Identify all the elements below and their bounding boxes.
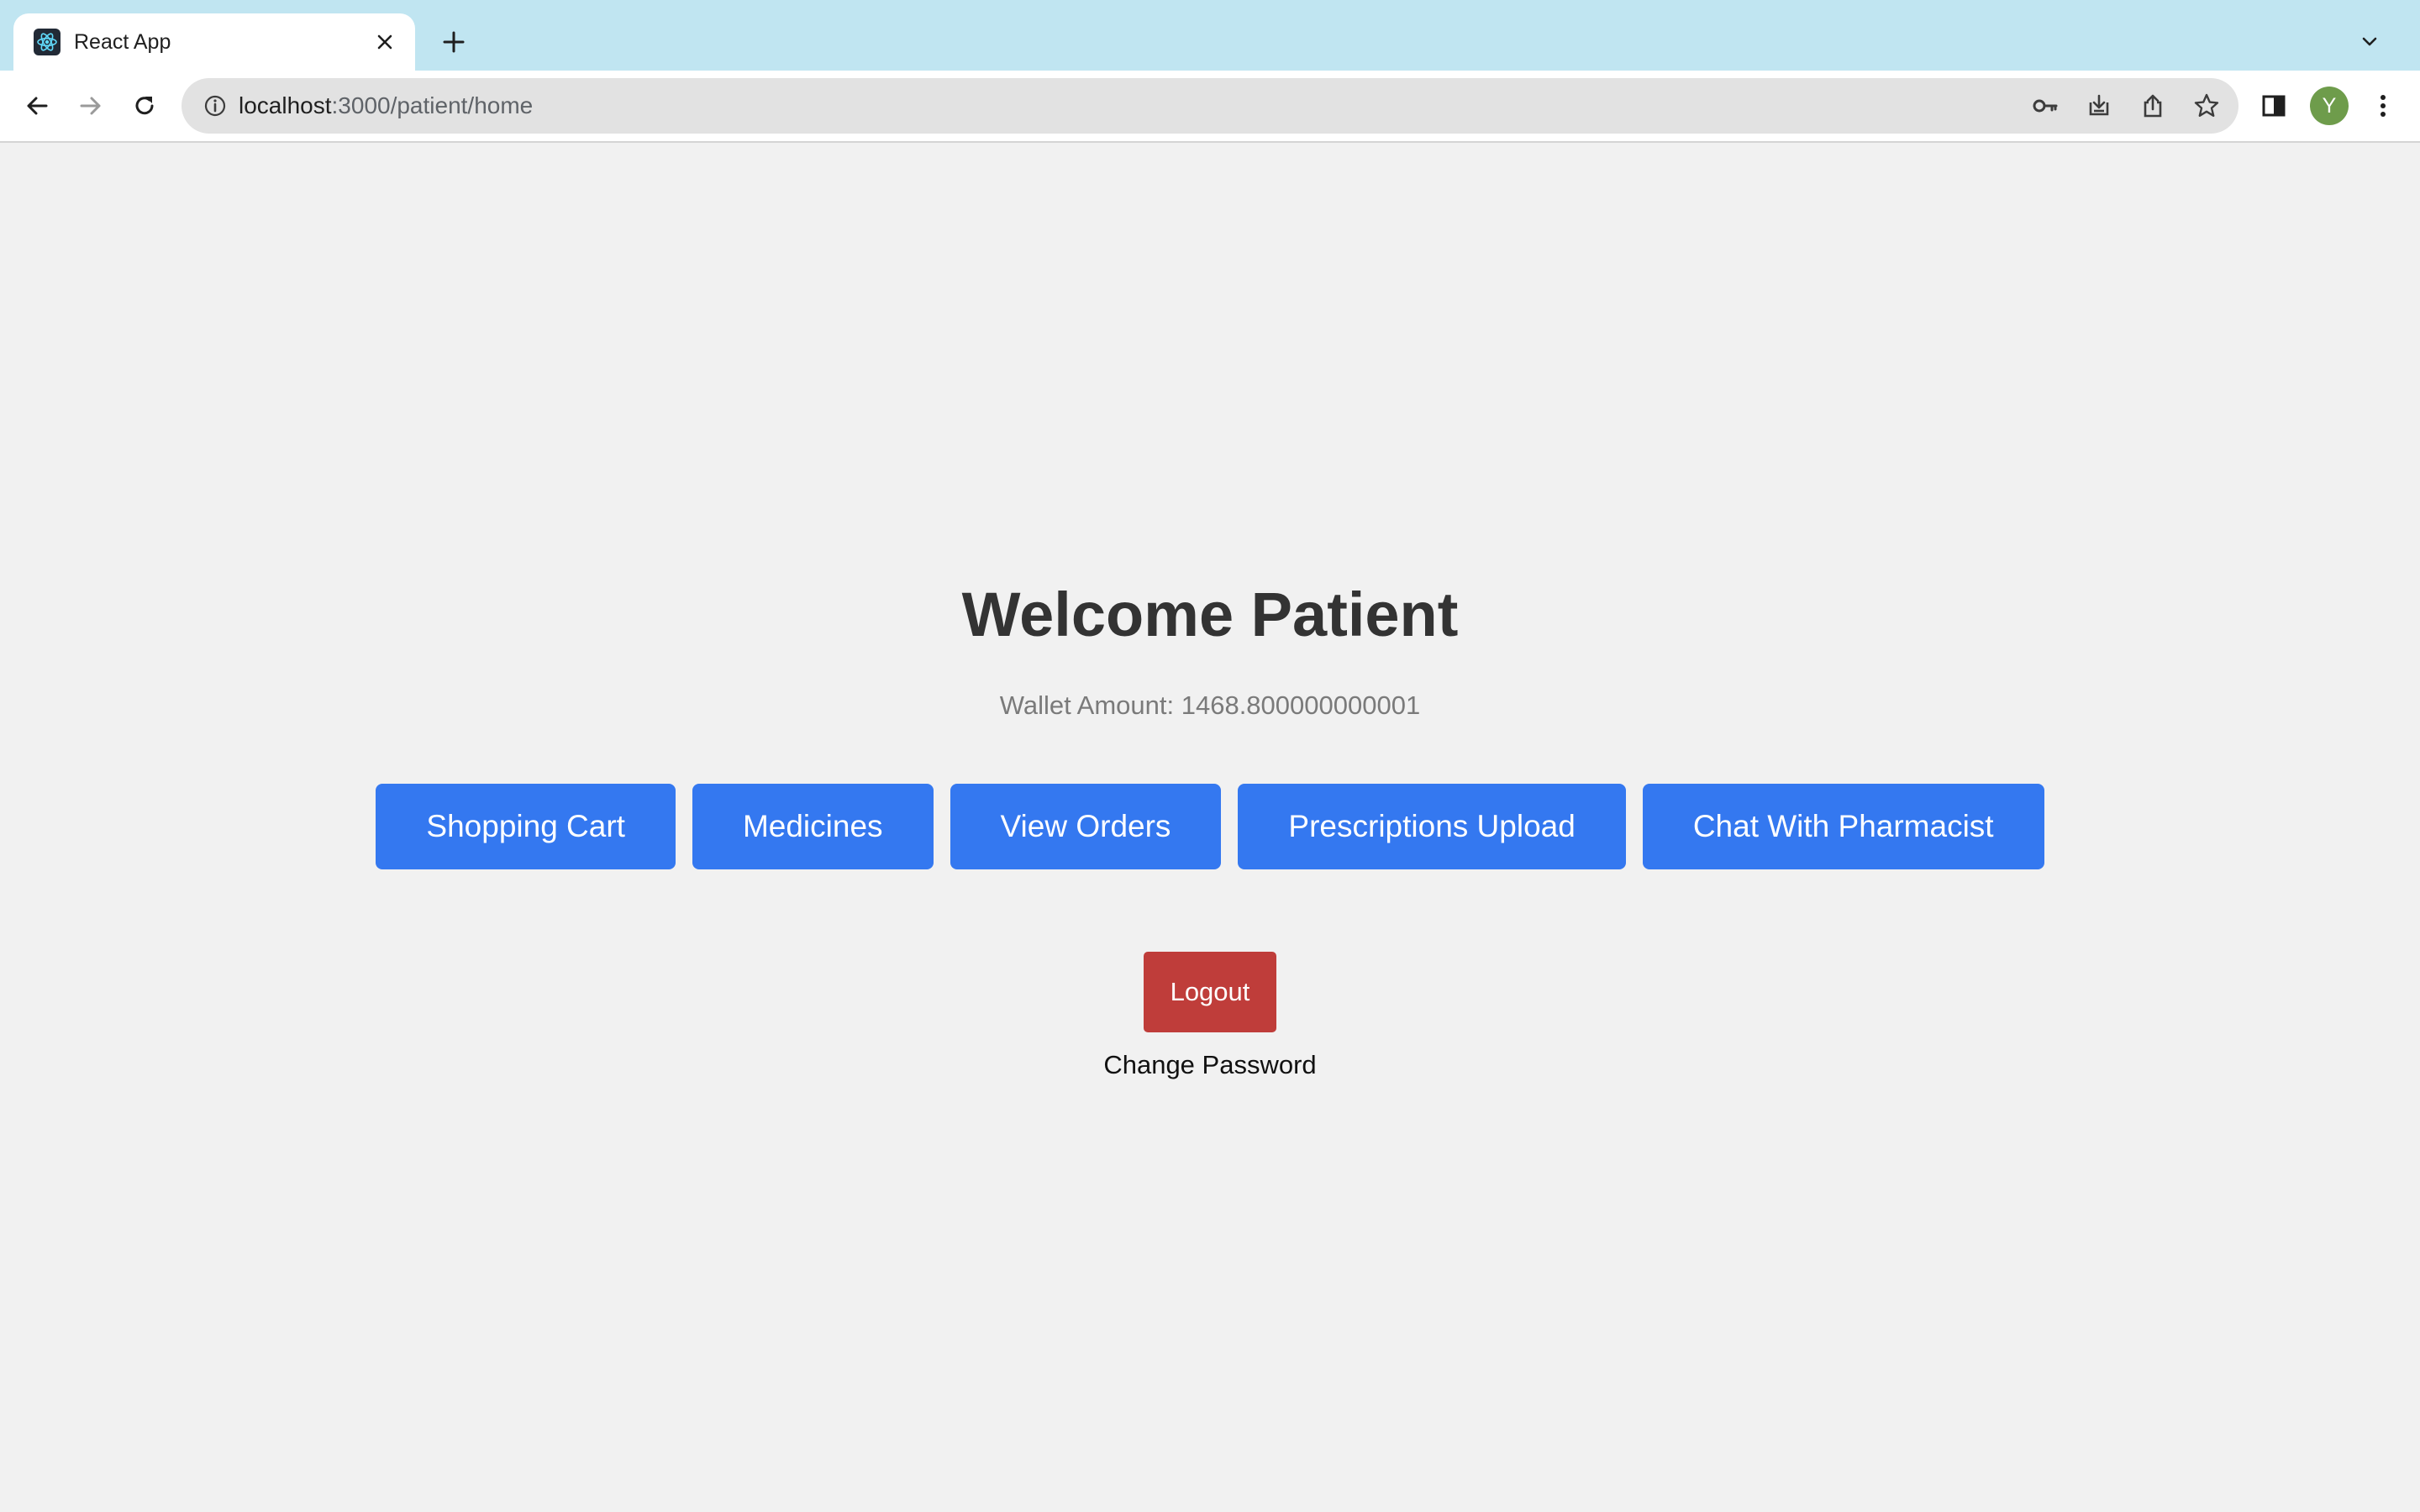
close-tab-icon[interactable]: [366, 24, 403, 60]
side-panel-icon[interactable]: [2254, 86, 2294, 126]
back-arrow-icon[interactable]: [17, 86, 57, 126]
menu-kebab-icon[interactable]: [2363, 86, 2403, 126]
tab-title: React App: [74, 29, 171, 54]
react-favicon-icon: [34, 29, 60, 55]
share-icon[interactable]: [2134, 87, 2171, 124]
site-info-icon[interactable]: [197, 87, 234, 124]
prescriptions-upload-button[interactable]: Prescriptions Upload: [1238, 784, 1626, 869]
reload-icon[interactable]: [124, 86, 165, 126]
url-text: localhost:3000/patient/home: [239, 78, 533, 134]
medicines-button[interactable]: Medicines: [692, 784, 934, 869]
browser-toolbar: localhost:3000/patient/home Y: [0, 71, 2420, 143]
wallet-value: 1468.800000000001: [1181, 690, 1421, 720]
page-content: Welcome Patient Wallet Amount: 1468.8000…: [0, 143, 2420, 1512]
chevron-down-icon[interactable]: [2349, 22, 2390, 62]
wallet-amount: Wallet Amount: 1468.800000000001: [0, 689, 2420, 722]
chat-with-pharmacist-button[interactable]: Chat With Pharmacist: [1642, 784, 2044, 869]
view-orders-button[interactable]: View Orders: [950, 784, 1222, 869]
change-password-link[interactable]: Change Password: [0, 1048, 2420, 1082]
page-title: Welcome Patient: [961, 580, 1459, 649]
key-icon[interactable]: [2027, 87, 2064, 124]
tab-strip: React App: [0, 0, 2420, 71]
url-host: localhost: [239, 92, 332, 118]
profile-avatar[interactable]: Y: [2310, 87, 2349, 125]
url-path: :3000/patient/home: [331, 92, 534, 118]
forward-arrow-icon[interactable]: [71, 86, 111, 126]
logout-button[interactable]: Logout: [1144, 952, 1276, 1032]
shopping-cart-button[interactable]: Shopping Cart: [376, 784, 676, 869]
browser-tab[interactable]: React App: [13, 13, 415, 71]
new-tab-icon[interactable]: [434, 22, 474, 62]
install-app-icon[interactable]: [2081, 87, 2118, 124]
bookmark-star-icon[interactable]: [2188, 87, 2225, 124]
address-bar[interactable]: localhost:3000/patient/home: [182, 78, 2238, 134]
wallet-label: Wallet Amount:: [999, 690, 1175, 720]
nav-button-row: Shopping Cart Medicines View Orders Pres…: [0, 784, 2420, 869]
